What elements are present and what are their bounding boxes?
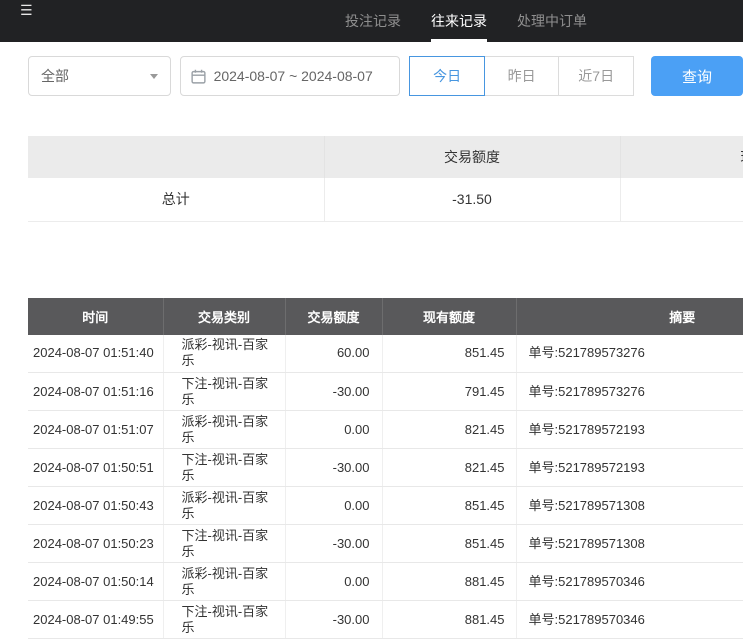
cell-amount: 0.00 [285, 563, 382, 601]
cell-time: 2024-08-07 01:50:14 [28, 563, 163, 601]
type-select[interactable]: 全部 [28, 56, 171, 96]
cell-summary: 单号:521789570346 [516, 563, 743, 601]
cell-balance: 881.45 [382, 563, 516, 601]
table-row: 2024-08-07 01:51:07 派彩-视讯-百家乐 0.00 821.4… [28, 411, 743, 449]
tab-processing-orders[interactable]: 处理中订单 [517, 0, 587, 42]
top-navbar: ☰ 投注记录 往来记录 处理中订单 [0, 0, 743, 42]
cell-summary: 单号:521789570346 [516, 601, 743, 639]
cell-time: 2024-08-07 01:51:40 [28, 335, 163, 373]
summary-total-balance [620, 178, 743, 221]
cell-type: 派彩-视讯-百家乐 [163, 335, 285, 373]
table-row: 2024-08-07 01:51:40 派彩-视讯-百家乐 60.00 851.… [28, 335, 743, 373]
chevron-down-icon [150, 74, 158, 79]
cell-type: 派彩-视讯-百家乐 [163, 487, 285, 525]
cell-amount: 0.00 [285, 487, 382, 525]
cell-amount: -30.00 [285, 373, 382, 411]
summary-total-amount: -31.50 [324, 178, 620, 221]
cell-type: 下注-视讯-百家乐 [163, 601, 285, 639]
cell-time: 2024-08-07 01:49:55 [28, 601, 163, 639]
cell-balance: 791.45 [382, 373, 516, 411]
table-row: 2024-08-07 01:51:16 下注-视讯-百家乐 -30.00 791… [28, 373, 743, 411]
nav-tabs: 投注记录 往来记录 处理中订单 [345, 0, 587, 42]
cell-time: 2024-08-07 01:51:07 [28, 411, 163, 449]
table-row: 2024-08-07 01:50:51 下注-视讯-百家乐 -30.00 821… [28, 449, 743, 487]
records-table: 时间 交易类别 交易额度 现有额度 摘要 2024-08-07 01:51:40… [28, 298, 743, 640]
date-range-input[interactable]: 2024-08-07 ~ 2024-08-07 [180, 56, 401, 96]
cell-balance: 821.45 [382, 411, 516, 449]
last7days-button[interactable]: 近7日 [558, 56, 634, 96]
records-section: 时间 交易类别 交易额度 现有额度 摘要 2024-08-07 01:51:40… [28, 298, 743, 640]
summary-table: 交易额度 现有额度 总计 -31.50 [28, 136, 743, 222]
records-header-row: 时间 交易类别 交易额度 现有额度 摘要 [28, 298, 743, 335]
tab-betting-records[interactable]: 投注记录 [345, 0, 401, 42]
cell-summary: 单号:521789571308 [516, 525, 743, 563]
table-row: 2024-08-07 01:49:55 下注-视讯-百家乐 -30.00 881… [28, 601, 743, 639]
summary-header-amount: 交易额度 [324, 136, 620, 178]
cell-type: 下注-视讯-百家乐 [163, 373, 285, 411]
tab-transaction-records[interactable]: 往来记录 [431, 0, 487, 42]
yesterday-button[interactable]: 昨日 [484, 56, 560, 96]
cell-time: 2024-08-07 01:51:16 [28, 373, 163, 411]
summary-total-label: 总计 [28, 178, 324, 221]
cell-summary: 单号:521789572193 [516, 449, 743, 487]
calendar-icon [191, 69, 206, 84]
header-balance: 现有额度 [382, 298, 516, 335]
filter-bar: 全部 2024-08-07 ~ 2024-08-07 今日 昨日 近7日 查询 [28, 56, 743, 96]
summary-header-blank [28, 136, 324, 178]
cell-type: 下注-视讯-百家乐 [163, 449, 285, 487]
header-time: 时间 [28, 298, 163, 335]
cell-balance: 881.45 [382, 601, 516, 639]
cell-time: 2024-08-07 01:50:23 [28, 525, 163, 563]
today-button[interactable]: 今日 [409, 56, 485, 96]
header-summary: 摘要 [516, 298, 743, 335]
cell-type: 派彩-视讯-百家乐 [163, 563, 285, 601]
summary-header-balance: 现有额度 [620, 136, 743, 178]
cell-summary: 单号:521789571308 [516, 487, 743, 525]
type-select-value: 全部 [41, 66, 69, 86]
cell-amount: 0.00 [285, 411, 382, 449]
search-button[interactable]: 查询 [651, 56, 743, 96]
cell-amount: 60.00 [285, 335, 382, 373]
table-row: 2024-08-07 01:50:43 派彩-视讯-百家乐 0.00 851.4… [28, 487, 743, 525]
cell-type: 派彩-视讯-百家乐 [163, 411, 285, 449]
cell-type: 下注-视讯-百家乐 [163, 525, 285, 563]
cell-balance: 851.45 [382, 335, 516, 373]
table-row: 2024-08-07 01:50:14 派彩-视讯-百家乐 0.00 881.4… [28, 563, 743, 601]
cell-balance: 821.45 [382, 449, 516, 487]
cell-time: 2024-08-07 01:50:43 [28, 487, 163, 525]
cell-balance: 851.45 [382, 487, 516, 525]
summary-total-row: 总计 -31.50 [28, 178, 743, 221]
cell-balance: 851.45 [382, 525, 516, 563]
summary-section: 交易额度 现有额度 总计 -31.50 [28, 136, 743, 222]
cell-summary: 单号:521789573276 [516, 373, 743, 411]
date-range-value: 2024-08-07 ~ 2024-08-07 [214, 68, 373, 84]
cell-summary: 单号:521789573276 [516, 335, 743, 373]
cell-amount: -30.00 [285, 449, 382, 487]
summary-header-row: 交易额度 现有额度 [28, 136, 743, 178]
cell-summary: 单号:521789572193 [516, 411, 743, 449]
header-type: 交易类别 [163, 298, 285, 335]
cell-time: 2024-08-07 01:50:51 [28, 449, 163, 487]
hamburger-menu-icon[interactable]: ☰ [20, 3, 33, 17]
table-row: 2024-08-07 01:50:23 下注-视讯-百家乐 -30.00 851… [28, 525, 743, 563]
cell-amount: -30.00 [285, 601, 382, 639]
header-amount: 交易额度 [285, 298, 382, 335]
cell-amount: -30.00 [285, 525, 382, 563]
